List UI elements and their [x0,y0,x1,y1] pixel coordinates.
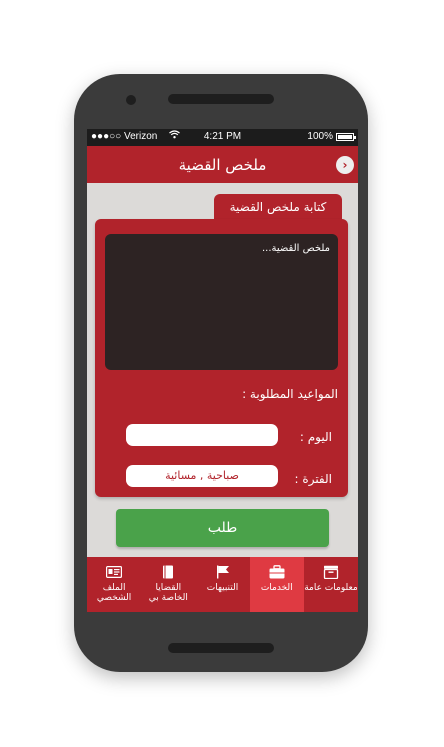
battery-icon [336,132,356,141]
tab-alerts[interactable]: التنبيهات [195,557,249,612]
bottom-tab-bar: الملف الشخصي القضايا الخاصة بي التنبيهات [87,557,358,612]
battery-status: 100% [307,131,356,142]
page-title: ملخص القضية [178,156,267,174]
tab-services-label: الخدمات [260,583,293,593]
status-bar: ●●●○○ Verizon 4:21 PM 100% [87,129,358,146]
battery-percent: 100% [307,131,333,142]
bottom-speaker [168,643,274,653]
period-label: الفترة : [294,472,332,486]
front-camera [126,95,136,105]
app-screen: ●●●○○ Verizon 4:21 PM 100% ملخص القضية ›… [87,129,358,612]
back-button[interactable]: › [336,156,354,174]
tab-general-info[interactable]: معلومات عامة [304,557,358,612]
tab-profile-label: الملف الشخصي [96,583,132,603]
submit-request-button[interactable]: طلب [116,509,329,547]
day-label: اليوم : [299,430,332,444]
navigation-bar: ملخص القضية › [87,146,358,183]
tab-general-info-label: معلومات عامة [304,583,358,593]
section-tab: كتابة ملخص القضية [214,194,342,220]
chevron-right-icon: › [342,158,348,172]
earpiece-speaker [168,94,274,104]
flag-icon [215,565,231,579]
day-field[interactable] [126,424,278,446]
tab-services[interactable]: الخدمات [249,557,304,612]
period-select[interactable]: صباحية , مسائية [126,465,278,487]
book-icon [160,565,176,579]
request-form-card: ملخص القضية... المواعيد المطلوبة : اليوم… [95,219,348,497]
tab-my-cases-label: القضايا الخاصة بي [148,583,188,603]
case-summary-textarea[interactable]: ملخص القضية... [105,234,338,370]
inbox-icon [323,565,339,579]
tab-alerts-label: التنبيهات [206,583,239,593]
appointments-label: المواعيد المطلوبة : [242,387,338,401]
tab-my-cases[interactable]: القضايا الخاصة بي [141,557,195,612]
briefcase-icon [269,565,285,579]
tab-profile[interactable]: الملف الشخصي [87,557,141,612]
id-card-icon [106,565,123,579]
